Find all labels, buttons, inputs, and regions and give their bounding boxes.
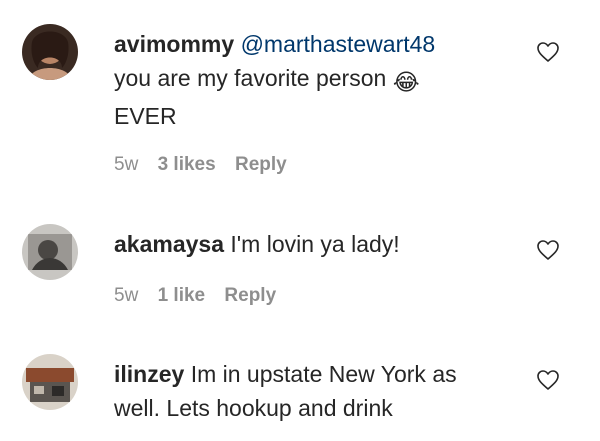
comment-time: 5w: [114, 285, 139, 306]
avatar[interactable]: [22, 354, 78, 410]
emoji-laughing-icon: 😂: [392, 69, 420, 95]
heart-outline-icon[interactable]: [536, 368, 560, 392]
likes-count[interactable]: 1 like: [158, 285, 206, 306]
heart-outline-icon[interactable]: [536, 238, 560, 262]
comment-text: avimommy @marthastewart48 you are my fav…: [114, 27, 514, 133]
comment-username[interactable]: ilinzey: [114, 361, 184, 387]
comment-username[interactable]: avimommy: [114, 31, 234, 57]
avatar[interactable]: [22, 24, 78, 80]
reply-button[interactable]: Reply: [224, 285, 276, 306]
avatar[interactable]: [22, 224, 78, 280]
comment-meta: 5w 3 likes Reply: [114, 154, 301, 176]
heart-outline-icon[interactable]: [536, 40, 560, 64]
comment-text: akamaysa I'm lovin ya lady!: [114, 227, 514, 261]
comment-body-line: you are my favorite person: [114, 65, 387, 91]
comment-username[interactable]: akamaysa: [114, 231, 224, 257]
comment-text: ilinzey Im in upstate New York as well. …: [114, 357, 514, 425]
comment-body-line: I'm lovin ya lady!: [230, 231, 400, 257]
avatar-image: [22, 354, 78, 410]
reply-button[interactable]: Reply: [235, 154, 287, 175]
comment-body-line: Im in upstate New York as: [190, 361, 457, 387]
comment-body-line: well. Lets hookup and drink: [114, 395, 393, 421]
avatar-image: [22, 224, 78, 280]
comment-body-line: EVER: [114, 103, 177, 129]
comment-time: 5w: [114, 154, 139, 175]
likes-count[interactable]: 3 likes: [158, 154, 216, 175]
avatar-image: [22, 24, 78, 80]
comment-meta: 5w 1 like Reply: [114, 285, 290, 307]
mention-link[interactable]: @marthastewart48: [241, 31, 436, 57]
